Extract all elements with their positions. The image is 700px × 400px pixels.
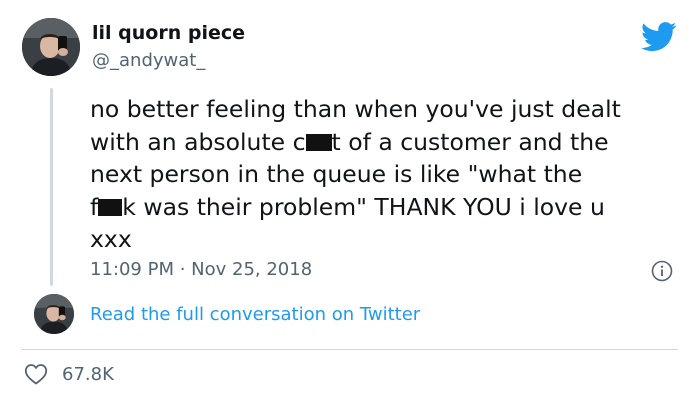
tweet-line-text: no better feeling than when you've just … xyxy=(90,95,621,123)
author-handle[interactable]: @_andywat_ xyxy=(92,50,205,71)
read-conversation-link[interactable]: Read the full conversation on Twitter xyxy=(90,304,420,325)
tweet-line-text: t of a customer and the xyxy=(331,127,609,156)
tweet-timestamp[interactable]: 11:09 PM · Nov 25, 2018 xyxy=(90,259,312,280)
info-icon[interactable] xyxy=(651,260,673,282)
tweet-line: with an absolute c t of a customer and th… xyxy=(90,126,690,159)
redaction-bar xyxy=(305,133,332,151)
redaction-bar xyxy=(98,198,123,216)
avatar-photo xyxy=(22,18,80,76)
avatar-photo xyxy=(34,294,74,334)
tweet-line-text: next person in the queue is like "what t… xyxy=(90,160,583,188)
tweet-line-text: k was their problem" THANK YOU i love u xyxy=(122,192,605,221)
heart-icon xyxy=(24,364,48,385)
reply-avatar[interactable] xyxy=(34,294,74,334)
author-display-name[interactable]: lil quorn piece xyxy=(92,22,245,44)
tweet-line: f k was their problem" THANK YOU i love u xyxy=(90,191,690,224)
tweet-text: no better feeling than when you've just … xyxy=(90,93,690,256)
author-avatar[interactable] xyxy=(22,18,80,76)
like-count: 67.8K xyxy=(62,364,114,385)
twitter-bird-icon[interactable] xyxy=(641,22,677,52)
tweet-line: next person in the queue is like "what t… xyxy=(90,158,690,191)
tweet-line-text: f xyxy=(90,192,99,221)
tweet-line-text: xxx xyxy=(90,225,132,253)
divider xyxy=(22,349,678,350)
thread-line xyxy=(50,88,53,286)
tweet-line: xxx xyxy=(90,223,690,256)
tweet-line: no better feeling than when you've just … xyxy=(90,93,690,126)
tweet-line-text: with an absolute c xyxy=(90,127,306,156)
